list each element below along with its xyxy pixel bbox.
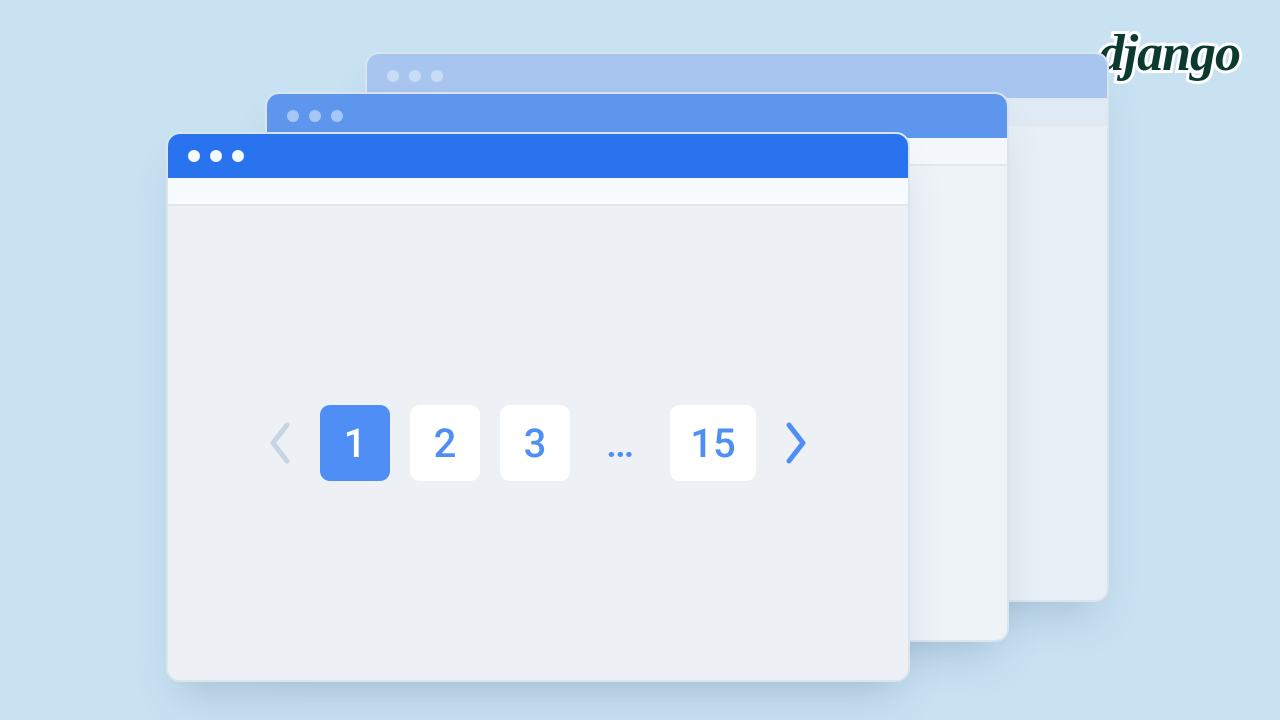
browser-window-front: 1 2 3 … 15 bbox=[166, 132, 910, 682]
window-titlebar bbox=[168, 134, 908, 178]
pagination-page-2-button[interactable]: 2 bbox=[410, 405, 480, 481]
window-dot-icon bbox=[409, 70, 421, 82]
chevron-left-icon bbox=[267, 421, 293, 465]
pagination-next-button[interactable] bbox=[776, 405, 816, 481]
window-dot-icon bbox=[287, 110, 299, 122]
window-dot-icon bbox=[309, 110, 321, 122]
pagination-page-3-button[interactable]: 3 bbox=[500, 405, 570, 481]
django-logo: django bbox=[1099, 24, 1240, 83]
window-dot-icon bbox=[232, 150, 244, 162]
pagination-ellipsis: … bbox=[590, 420, 650, 467]
window-content: 1 2 3 … 15 bbox=[168, 206, 908, 680]
window-dot-icon bbox=[331, 110, 343, 122]
pagination-page-1-button[interactable]: 1 bbox=[320, 405, 390, 481]
window-dot-icon bbox=[387, 70, 399, 82]
window-toolbar bbox=[168, 178, 908, 206]
pagination-page-last-button[interactable]: 15 bbox=[670, 405, 756, 481]
pagination: 1 2 3 … 15 bbox=[260, 405, 816, 481]
window-dot-icon bbox=[188, 150, 200, 162]
pagination-prev-button[interactable] bbox=[260, 405, 300, 481]
window-dot-icon bbox=[431, 70, 443, 82]
chevron-right-icon bbox=[783, 421, 809, 465]
window-dot-icon bbox=[210, 150, 222, 162]
